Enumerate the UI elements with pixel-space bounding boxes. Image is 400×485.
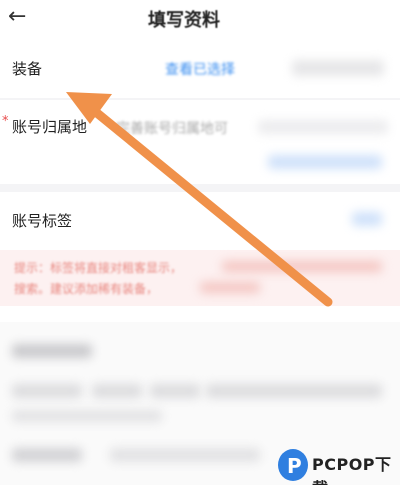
logo-mark-icon: P [278,449,308,481]
logo-brand-text: PCPOP下载 [312,455,392,485]
watermark-logo: P PCPOP下载 [276,447,400,485]
annotation-arrow-icon [66,92,333,307]
